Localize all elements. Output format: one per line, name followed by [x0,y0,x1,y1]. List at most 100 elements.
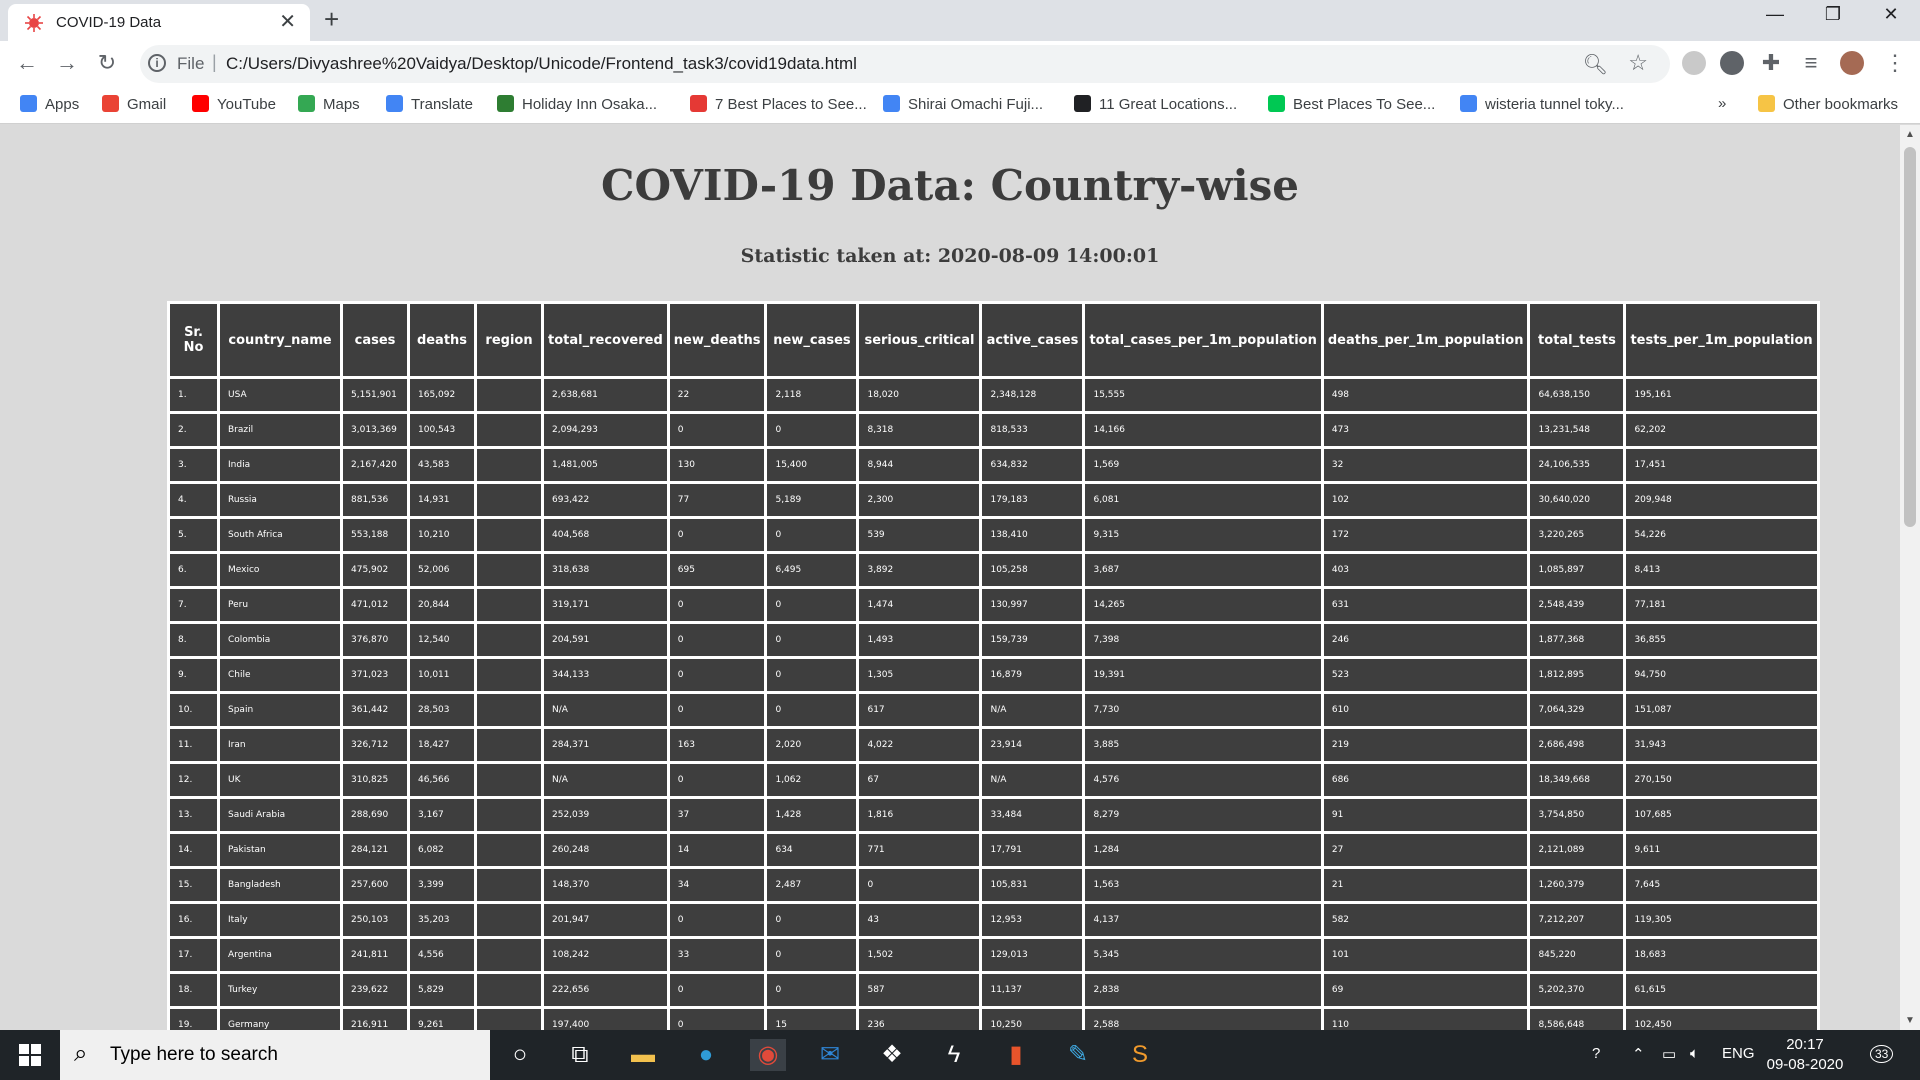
table-cell: 0 [669,974,765,1006]
taskbar-search-box[interactable]: ⌕ Type here to search [60,1030,490,1080]
other-bookmarks[interactable]: Other bookmarks [1758,95,1898,113]
scroll-down-arrow-icon[interactable]: ▼ [1905,1015,1915,1026]
help-icon[interactable]: ? [1592,1045,1600,1062]
volume-icon[interactable]: 🔈︎ [1690,1045,1699,1062]
table-cell: 3,013,369 [343,414,407,446]
table-cell: 5,829 [410,974,474,1006]
table-cell: 1,569 [1085,449,1321,481]
bookmark-maps[interactable]: Maps [298,95,360,113]
table-cell: 0 [767,414,857,446]
close-window-button[interactable]: ✕ [1862,4,1920,25]
tab-title: COVID-19 Data [56,14,162,31]
dropbox-icon[interactable]: ❖ [874,1039,910,1071]
zoom-icon[interactable]: 🔍︎ [1583,52,1608,77]
table-cell: 4,556 [410,939,474,971]
whiteboard-icon[interactable]: ✎ [1060,1039,1096,1071]
site-icon [1268,95,1285,112]
table-cell: Brazil [220,414,340,446]
table-cell: 11,137 [982,974,1083,1006]
table-cell: 5,151,901 [343,379,407,411]
bookmark-7-best-places[interactable]: 7 Best Places to See... [690,95,867,113]
task-view-icon[interactable]: ⧉ [562,1039,598,1071]
minimize-button[interactable]: — [1746,4,1804,25]
wordpress-icon[interactable] [1720,51,1744,75]
table-cell [477,729,541,761]
reload-icon[interactable]: ↻ [92,50,122,76]
sublime-s-icon[interactable]: ϟ [936,1039,972,1071]
table-cell: 6,495 [767,554,857,586]
table-cell: 19,391 [1085,659,1321,691]
file-explorer-icon[interactable]: ▬ [625,1039,661,1071]
table-cell: India [220,449,340,481]
address-bar[interactable]: i File | C:/Users/Divyashree%20Vaidya/De… [140,45,1670,83]
table-cell: 15,400 [767,449,857,481]
mail-icon[interactable]: ✉ [812,1039,848,1071]
table-cell: 2,638,681 [544,379,667,411]
bookmark-translate[interactable]: Translate [386,95,473,113]
bookmark-youtube[interactable]: YouTube [192,95,276,113]
extension-icon[interactable] [1682,51,1706,75]
back-arrow-icon[interactable]: ← [12,50,42,76]
reading-list-icon[interactable]: ≡ [1796,50,1826,76]
table-cell: 100,543 [410,414,474,446]
table-cell: 5. [170,519,217,551]
bookmark-apps[interactable]: Apps [20,95,79,113]
table-cell: 2,588 [1085,1009,1321,1030]
table-cell: 54,226 [1626,519,1817,551]
table-cell: 3,687 [1085,554,1321,586]
battery-icon[interactable]: ▭ [1662,1045,1676,1063]
extensions-puzzle-icon[interactable]: ✚ [1756,50,1786,76]
tab-covid19-data[interactable]: COVID-19 Data ✕ [8,4,310,41]
table-cell: 46,566 [410,764,474,796]
table-cell: 222,656 [544,974,667,1006]
bookmark-wisteria-tunnel[interactable]: wisteria tunnel toky... [1460,95,1624,113]
bookmarks-bar: Apps Gmail YouTube Maps Translate Holida… [0,87,1920,124]
bookmark-star-icon[interactable]: ☆ [1628,50,1648,76]
table-cell: 31,943 [1626,729,1817,761]
scrollbar-thumb[interactable] [1904,147,1916,527]
table-cell [477,659,541,691]
bookmark-gmail[interactable]: Gmail [102,95,166,113]
language-indicator[interactable]: ENG [1722,1045,1755,1062]
table-cell: 101 [1323,939,1528,971]
table-cell: 13,231,548 [1530,414,1624,446]
office-icon[interactable]: ▮ [998,1039,1034,1071]
browser-toolbar: ← → ↻ i File | C:/Users/Divyashree%20Vai… [0,41,1920,87]
table-cell: 2,020 [767,729,857,761]
windows-logo-pane [31,1056,41,1066]
column-header: new_deaths [669,304,765,376]
table-cell [477,799,541,831]
virus-icon [25,14,43,32]
chrome-browser-icon[interactable]: ◉ [750,1039,786,1071]
tab-close-icon[interactable]: ✕ [279,9,296,34]
bookmarks-overflow-chevron[interactable]: » [1718,95,1726,112]
bookmark-11-great-locations[interactable]: 11 Great Locations... [1074,95,1237,113]
edge-browser-icon[interactable]: ● [688,1039,724,1071]
url-text[interactable]: C:/Users/Divyashree%20Vaidya/Desktop/Uni… [226,54,857,74]
table-cell: 3,167 [410,799,474,831]
table-cell: 16. [170,904,217,936]
menu-kebab-icon[interactable]: ⋮ [1880,50,1910,76]
bookmark-shirai-omachi[interactable]: Shirai Omachi Fuji... [883,95,1043,113]
bookmark-best-places[interactable]: Best Places To See... [1268,95,1435,113]
table-cell [477,414,541,446]
windows-start-button[interactable] [0,1030,60,1080]
cortana-icon[interactable]: ○ [502,1039,538,1071]
vertical-scrollbar[interactable]: ▲ ▼ [1900,125,1920,1030]
profile-avatar[interactable] [1840,51,1864,75]
bookmark-holiday-inn[interactable]: Holiday Inn Osaka... [497,95,657,113]
new-tab-button[interactable]: + [324,4,339,35]
notification-badge[interactable]: 33 [1870,1045,1894,1063]
sublime-text-icon[interactable]: S [1122,1039,1158,1071]
table-cell: 1,284 [1085,834,1321,866]
info-icon[interactable]: i [148,54,166,72]
table-row: 7. Peru 471,012 20,844 319,171 0 0 1,474 130,997… [170,589,1817,621]
scroll-up-arrow-icon[interactable]: ▲ [1905,129,1915,140]
tray-chevron-icon[interactable]: ⌃ [1632,1045,1645,1063]
forward-arrow-icon[interactable]: → [52,50,82,76]
table-cell: 33,484 [982,799,1083,831]
table-cell: 2,348,128 [982,379,1083,411]
taskbar-clock[interactable]: 20:17 09-08-2020 [1760,1035,1850,1075]
maximize-button[interactable]: ❐ [1804,4,1862,25]
column-header: active_cases [982,304,1083,376]
